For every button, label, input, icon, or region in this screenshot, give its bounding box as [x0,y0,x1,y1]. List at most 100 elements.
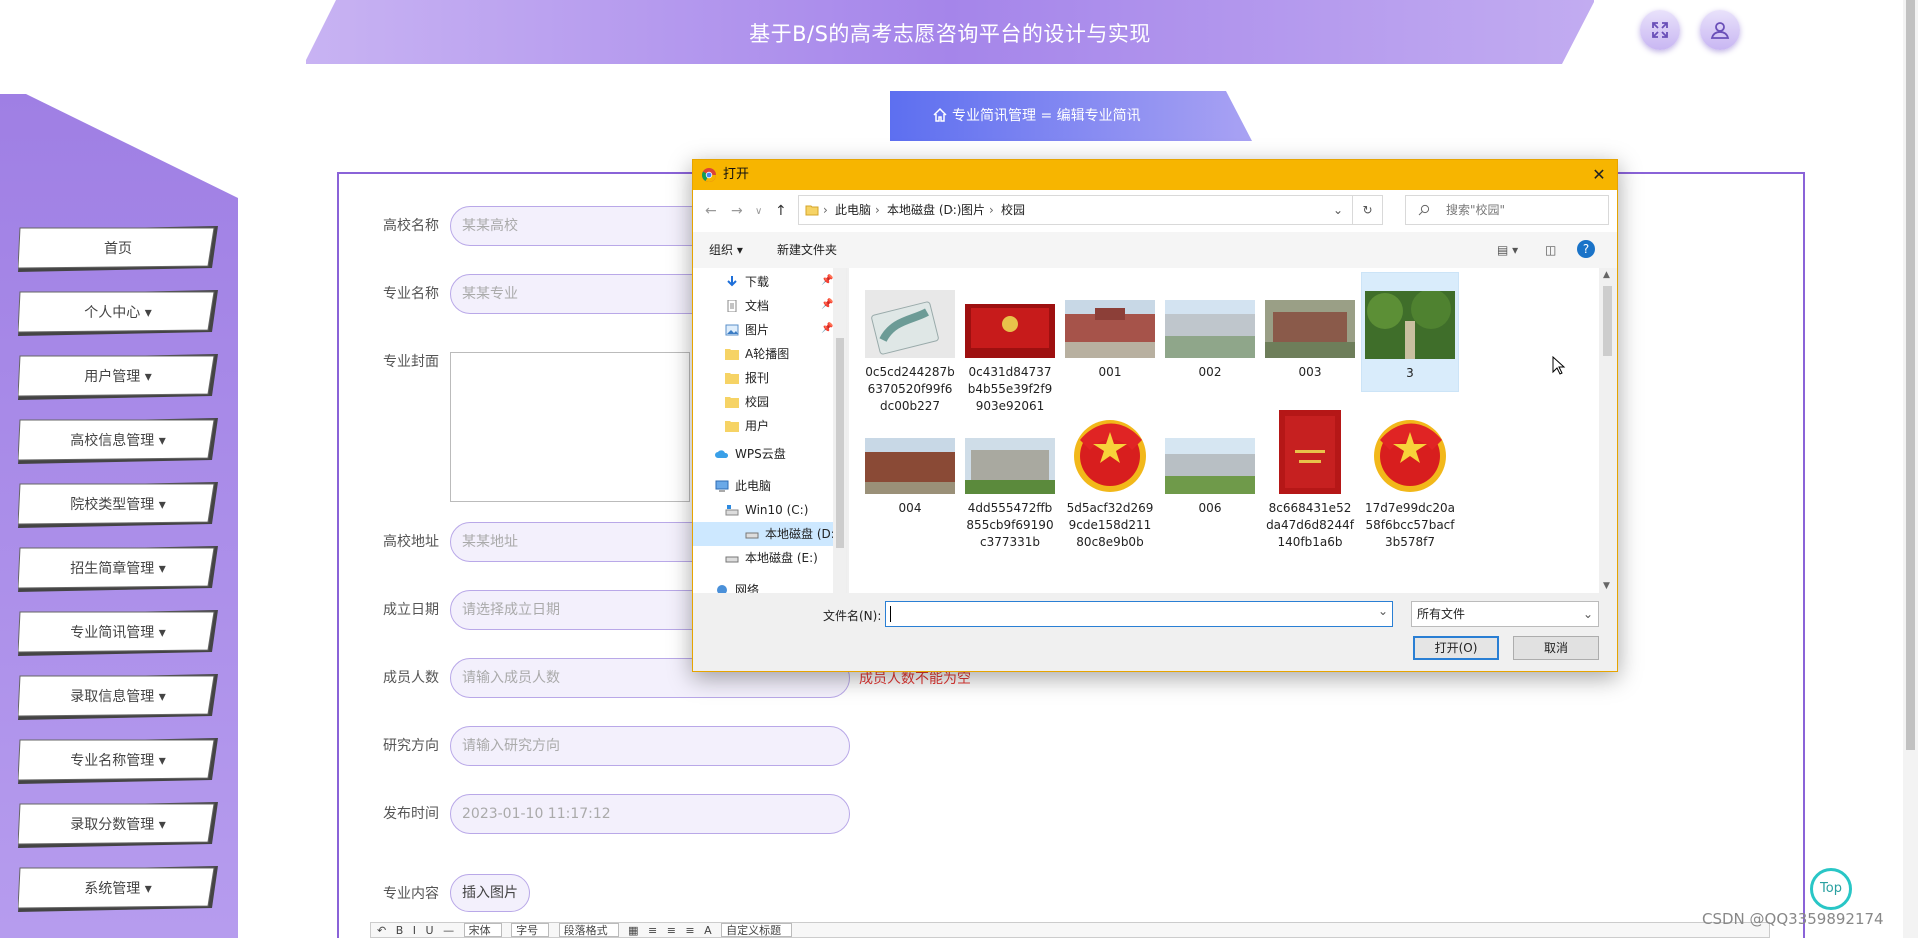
chevron-down-icon[interactable]: ⌄ [1333,196,1343,224]
nav-item-network[interactable]: 网络 [715,578,846,593]
font-color-icon[interactable]: A [704,923,712,937]
file-item[interactable]: 002 [1161,290,1259,381]
align-center-icon[interactable]: ≡ [667,923,676,937]
nav-item-label: 下载 [745,275,770,289]
expand-icon [1652,22,1668,38]
path-campus[interactable]: 校园 [1001,196,1025,224]
custom-title-select[interactable]: 自定义标题 [721,923,793,937]
nav-pane-scrollbar[interactable] [833,268,846,593]
research-input[interactable]: 请输入研究方向 [450,726,850,766]
nav-item-carousel[interactable]: A轮播图 [725,342,846,366]
fullscreen-button[interactable] [1640,10,1680,50]
new-folder-button[interactable]: 新建文件夹 [777,232,837,268]
nav-item-users[interactable]: 用户 [725,414,846,438]
sidebar-item-major-news[interactable]: 专业简讯管理 ▾ [18,610,218,656]
path-this-pc[interactable]: 此电脑 [835,196,871,224]
sidebar-item-personal-center[interactable]: 个人中心 ▾ [18,290,218,336]
sidebar-item-users[interactable]: 用户管理 ▾ [18,354,218,400]
page-scrollbar-thumb[interactable] [1906,0,1915,750]
sidebar-item-admission-scores[interactable]: 录取分数管理 ▾ [18,802,218,848]
file-item[interactable]: 17d7e99dc20a58f6bcc57bacf3b578f7 [1361,410,1459,551]
nav-item-campus[interactable]: 校园 [725,390,846,414]
scroll-down-icon[interactable]: ▼ [1603,581,1610,591]
dialog-titlebar[interactable]: 打开 ✕ [693,160,1617,190]
open-button[interactable]: 打开(O) [1413,636,1499,660]
path-separator: › [949,203,954,217]
nav-item-newspapers[interactable]: 报刊 [725,366,846,390]
address-bar[interactable]: › 此电脑 › 本地磁盘 (D:) › 图片 › 校园 ⌄ [798,195,1353,225]
file-item-selected[interactable]: 3 [1361,272,1459,392]
nav-pane-scrollbar-thumb[interactable] [836,338,844,548]
filename-input[interactable]: ⌄ [885,601,1393,627]
preview-pane-icon[interactable]: ◫ [1545,232,1556,268]
view-options-icon[interactable]: ▤ ▾ [1497,232,1518,268]
file-item[interactable]: 5d5acf32d2699cde158d21180c8e9b0b [1061,410,1159,551]
file-item[interactable]: 001 [1061,290,1159,381]
filetype-value: 所有文件 [1417,607,1466,621]
chevron-down-icon[interactable]: ⌄ [1378,604,1388,618]
folder-icon [725,421,739,432]
user-icon [1710,22,1730,39]
file-item[interactable]: 0c431d84737b4b55e39f2f9903e92061 [961,290,1059,415]
user-button[interactable] [1700,10,1740,50]
windows-drive-icon [725,505,739,516]
nav-item-this-pc[interactable]: 此电脑 [715,474,846,498]
nav-item-drive-e[interactable]: 本地磁盘 (E:) [725,546,846,570]
page-scrollbar[interactable] [1903,0,1918,938]
file-name: 8c668431e52da47d6d8244f140fb1a6b [1266,501,1354,549]
filetype-select[interactable]: 所有文件 ⌄ [1411,601,1599,627]
table-icon[interactable]: ▦ [628,923,638,937]
sidebar-item-school-types[interactable]: 院校类型管理 ▾ [18,482,218,528]
nav-item-wps-cloud[interactable]: WPS云盘 [715,442,846,466]
sidebar-item-admissions-guide[interactable]: 招生简章管理 ▾ [18,546,218,592]
help-icon[interactable]: ? [1577,240,1595,258]
file-item[interactable]: 8c668431e52da47d6d8244f140fb1a6b [1261,410,1359,551]
align-right-icon[interactable]: ≡ [685,923,694,937]
file-name: 3 [1406,366,1414,380]
folder-icon [725,397,739,408]
file-grid: 0c5cd244287b6370520f99f6dc00b227 0c431d8… [849,268,1599,593]
file-grid-scrollbar-thumb[interactable] [1603,286,1612,356]
file-item[interactable]: 004 [861,426,959,517]
folder-icon [725,373,739,384]
back-to-top-button[interactable]: Top [1810,868,1852,910]
file-item[interactable]: 006 [1161,426,1259,517]
file-item[interactable]: 0c5cd244287b6370520f99f6dc00b227 [861,290,959,415]
sidebar-item-major-names[interactable]: 专业名称管理 ▾ [18,738,218,784]
nav-item-drive-c[interactable]: Win10 (C:) [725,498,846,522]
align-left-icon[interactable]: ≡ [648,923,657,937]
up-arrow-icon[interactable]: ↑ [775,203,787,219]
format-select[interactable]: 段落格式 [558,923,619,937]
file-item[interactable]: 4dd555472ffb855cb9f69190c377331b [961,426,1059,551]
bold-icon[interactable]: B [396,923,404,937]
font-select[interactable]: 宋体 [463,923,502,937]
italic-icon[interactable]: I [413,923,416,937]
file-grid-scrollbar[interactable]: ▲ ▼ [1599,268,1616,593]
organize-button[interactable]: 组织 ▾ [709,232,743,268]
forward-arrow-icon[interactable]: → [731,203,743,219]
sidebar-item-school-info[interactable]: 高校信息管理 ▾ [18,418,218,464]
refresh-icon[interactable]: ↻ [1353,195,1383,225]
undo-icon[interactable]: ↶ [377,923,386,937]
hr-icon[interactable]: — [443,923,454,937]
search-input[interactable]: 搜索"校园" [1405,195,1609,225]
back-arrow-icon[interactable]: ← [705,203,717,219]
insert-image-button[interactable]: 插入图片 [450,874,530,912]
close-icon[interactable]: ✕ [1587,163,1611,187]
sidebar-item-home[interactable]: 首页 [18,226,218,272]
scroll-up-icon[interactable]: ▲ [1603,270,1610,280]
recent-dropdown-icon[interactable]: ∨ [755,206,762,217]
path-pictures[interactable]: 图片 [961,196,985,224]
sidebar-item-admission-info[interactable]: 录取信息管理 ▾ [18,674,218,720]
publish-time-input[interactable]: 2023-01-10 11:17:12 [450,794,850,834]
file-open-dialog: 打开 ✕ ← → ∨ ↑ › 此电脑 › 本地磁盘 (D:) › 图片 › 校园… [692,159,1618,672]
size-select[interactable]: 字号 [511,923,550,937]
nav-item-label: 本地磁盘 (D:) [765,527,840,541]
members-label: 成员人数 [383,670,439,686]
underline-icon[interactable]: U [426,923,434,937]
file-item[interactable]: 003 [1261,290,1359,381]
cover-image-upload[interactable] [450,352,690,502]
sidebar-item-system[interactable]: 系统管理 ▾ [18,866,218,912]
cancel-button[interactable]: 取消 [1513,636,1599,660]
nav-item-drive-d[interactable]: 本地磁盘 (D:) [693,522,839,546]
